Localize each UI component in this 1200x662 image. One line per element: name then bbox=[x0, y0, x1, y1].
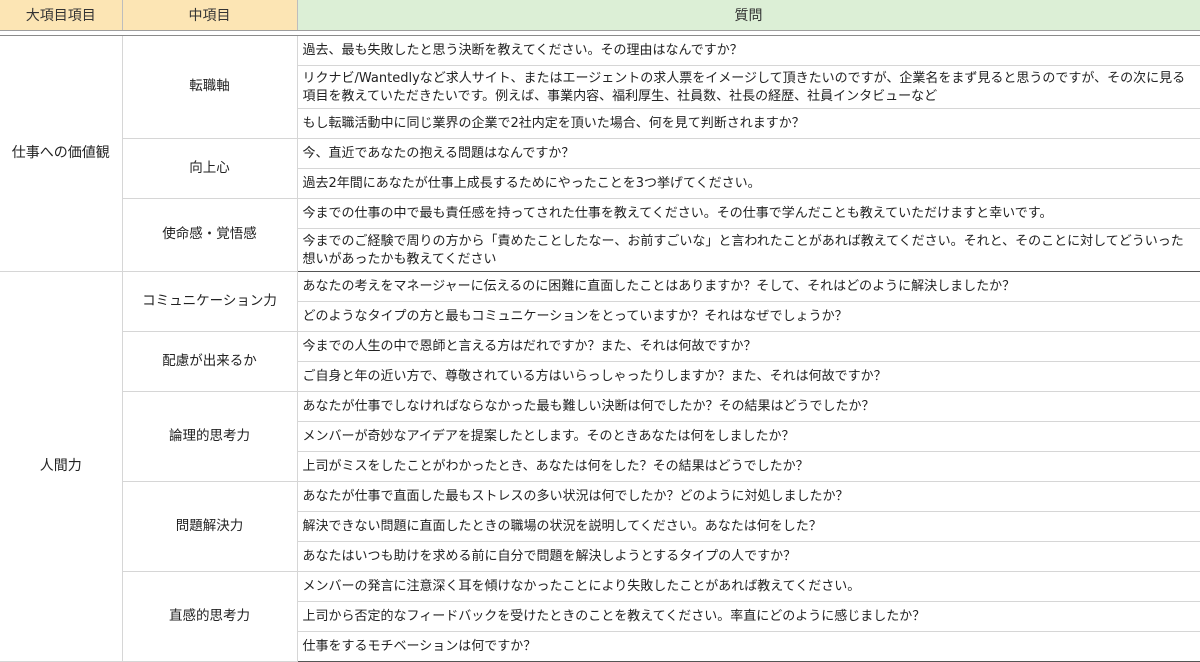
question-cell[interactable]: ご自身と年の近い方で、尊敬されている方はいらっしゃったりしますか？また、それは何… bbox=[296, 361, 1200, 392]
table-row: 直感的思考力 メンバーの発言に注意深く耳を傾けなかったことにより失敗したことがあ… bbox=[0, 571, 1200, 662]
question-cell[interactable]: 上司がミスをしたことがわかったとき、あなたは何をした？その結果はどうでしたか？ bbox=[296, 451, 1200, 482]
table-row: 人間力 コミュニケーション力 あなたの考えをマネージャーに伝えるのに困難に直面し… bbox=[0, 271, 1200, 662]
question-cell[interactable]: 過去、最も失敗したと思う決断を教えてください。その理由はなんですか？ bbox=[296, 35, 1200, 66]
question-cell[interactable]: 過去2年間にあなたが仕事上成長するためにやったことを3つ挙げてください。 bbox=[296, 168, 1200, 199]
major-category-cell[interactable]: 仕事への価値観 bbox=[0, 35, 123, 272]
table-row: 配慮が出来るか 今までの人生の中で恩師と言える方はだれですか？また、それは何故で… bbox=[0, 331, 1200, 392]
question-cell[interactable]: 今までのご経験で周りの方から「責めたことしたなー、お前すごいな」と言われたことが… bbox=[296, 228, 1200, 272]
question-cell[interactable]: あなたはいつも助けを求める前に自分で問題を解決しようとするタイプの人ですか？ bbox=[296, 541, 1200, 572]
mid-category-cell[interactable]: 配慮が出来るか bbox=[121, 331, 298, 392]
header-mid-category[interactable]: 中項目 bbox=[122, 0, 298, 31]
question-cell[interactable]: 今までの人生の中で恩師と言える方はだれですか？また、それは何故ですか？ bbox=[296, 331, 1200, 362]
mid-category-cell[interactable]: 使命感・覚悟感 bbox=[121, 198, 298, 272]
table-row: 仕事への価値観 転職軸 過去、最も失敗したと思う決断を教えてください。その理由は… bbox=[0, 35, 1200, 272]
header-major-category[interactable]: 大項目項目 bbox=[0, 0, 123, 31]
question-cell[interactable]: 解決できない問題に直面したときの職場の状況を説明してください。あなたは何をした？ bbox=[296, 511, 1200, 542]
mid-category-cell[interactable]: 向上心 bbox=[121, 138, 298, 199]
mid-category-cell[interactable]: 直感的思考力 bbox=[121, 571, 298, 662]
question-cell[interactable]: リクナビ/Wantedlyなど求人サイト、またはエージェントの求人票をイメージし… bbox=[296, 65, 1200, 109]
table-row: 使命感・覚悟感 今までの仕事の中で最も責任感を持ってされた仕事を教えてください。… bbox=[0, 198, 1200, 272]
question-cell[interactable]: どのようなタイプの方と最もコミュニケーションをとっていますか？それはなぜでしょう… bbox=[296, 301, 1200, 332]
question-cell[interactable]: 上司から否定的なフィードバックを受けたときのことを教えてください。率直にどのよう… bbox=[296, 601, 1200, 632]
table-row: 論理的思考力 あなたが仕事でしなければならなかった最も難しい決断は何でしたか？そ… bbox=[0, 391, 1200, 482]
table-row: 向上心 今、直近であなたの抱える問題はなんですか？ bbox=[0, 138, 1200, 199]
header-row: 大項目項目 中項目 質問 bbox=[0, 0, 1200, 31]
question-cell[interactable]: 今までの仕事の中で最も責任感を持ってされた仕事を教えてください。その仕事で学んだ… bbox=[296, 198, 1200, 229]
question-cell[interactable]: 今、直近であなたの抱える問題はなんですか？ bbox=[296, 138, 1200, 169]
question-cell[interactable]: メンバーの発言に注意深く耳を傾けなかったことにより失敗したことがあれば教えてくだ… bbox=[296, 571, 1200, 602]
mid-category-cell[interactable]: コミュニケーション力 bbox=[121, 271, 298, 332]
question-cell[interactable]: あなたの考えをマネージャーに伝えるのに困難に直面したことはありますか？そして、そ… bbox=[296, 271, 1200, 302]
question-cell[interactable]: メンバーが奇妙なアイデアを提案したとします。そのときあなたは何をしましたか？ bbox=[296, 421, 1200, 452]
mid-category-cell[interactable]: 問題解決力 bbox=[121, 481, 298, 572]
question-cell[interactable]: あなたが仕事でしなければならなかった最も難しい決断は何でしたか？その結果はどうで… bbox=[296, 391, 1200, 422]
spreadsheet: 大項目項目 中項目 質問 仕事への価値観 転職軸 過去、最も失敗したと思う決断を… bbox=[0, 0, 1200, 662]
question-cell[interactable]: 仕事をするモチベーションは何ですか？ bbox=[296, 631, 1200, 662]
interview-question-table: 大項目項目 中項目 質問 仕事への価値観 転職軸 過去、最も失敗したと思う決断を… bbox=[0, 0, 1200, 662]
question-cell[interactable]: あなたが仕事で直面した最もストレスの多い状況は何でしたか？どのように対処しました… bbox=[296, 481, 1200, 512]
table-row: 問題解決力 あなたが仕事で直面した最もストレスの多い状況は何でしたか？どのように… bbox=[0, 481, 1200, 572]
major-category-cell[interactable]: 人間力 bbox=[0, 271, 123, 662]
mid-category-cell[interactable]: 論理的思考力 bbox=[121, 391, 298, 482]
mid-category-cell[interactable]: 転職軸 bbox=[121, 35, 298, 139]
question-cell[interactable]: もし転職活動中に同じ業界の企業で2社内定を頂いた場合、何を見て判断されますか？ bbox=[296, 108, 1200, 139]
header-question[interactable]: 質問 bbox=[297, 0, 1200, 31]
